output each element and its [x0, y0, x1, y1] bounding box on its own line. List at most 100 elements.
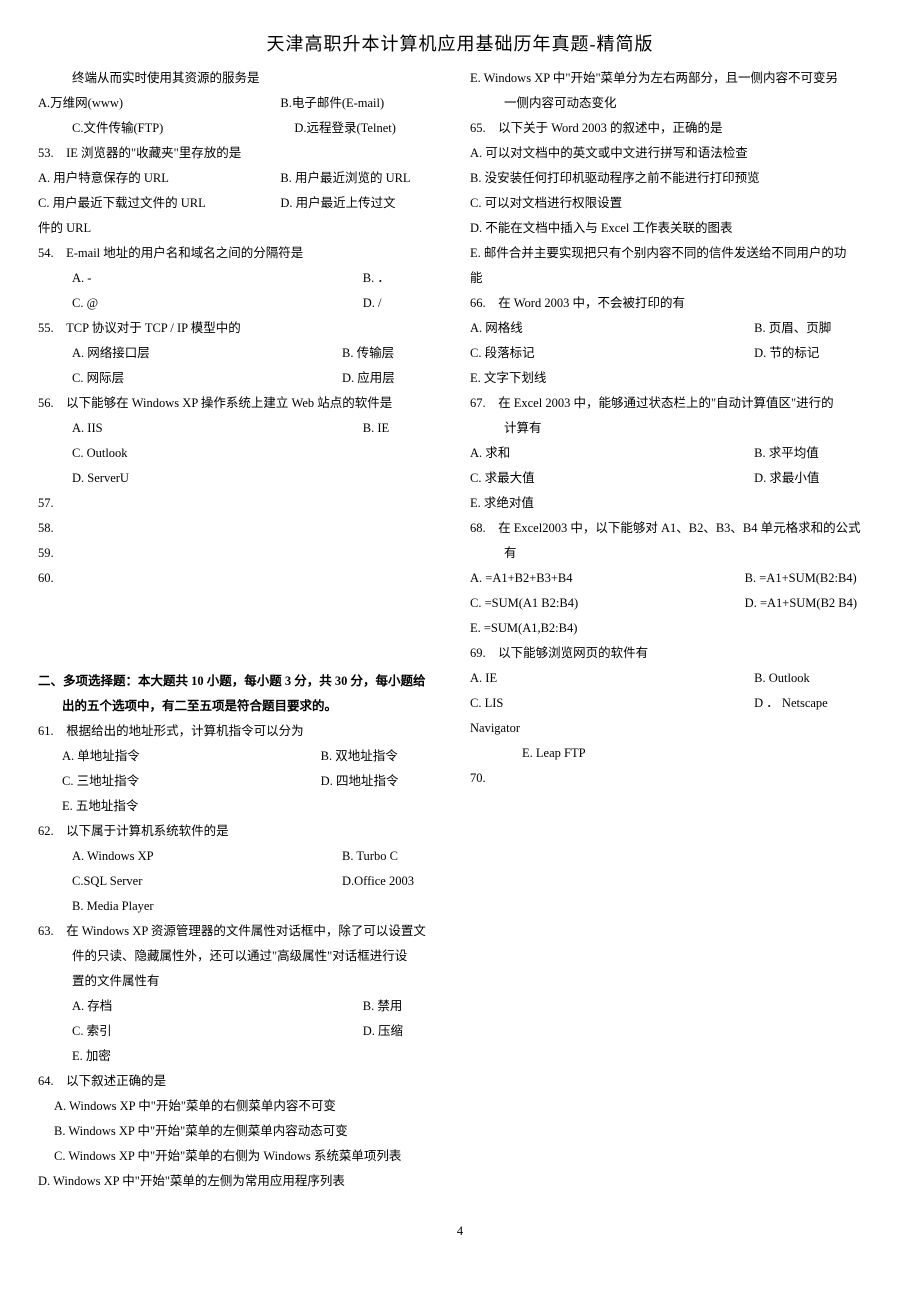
q64-opt-e-l1: E. Windows XP 中"开始"菜单分为左右两部分，且一侧内容不可变另	[470, 66, 882, 91]
q65-opt-e-l1: E. 邮件合并主要实现把只有个别内容不同的信件发送给不同用户的功	[470, 241, 882, 266]
content-columns: 终端从而实时使用其资源的服务是 A.万维网(www) B.电子邮件(E-mail…	[38, 66, 882, 1216]
q53-opt-c: C. 用户最近下载过文件的 URL	[38, 191, 280, 216]
q66-row2: C. 段落标记 D. 节的标记	[470, 341, 882, 366]
q62-opt-a: A. Windows XP	[38, 844, 342, 869]
q68-opt-d: D. =A1+SUM(B2 B4)	[745, 591, 882, 616]
section2-heading-l2: 出的五个选项中，有二至五项是符合题目要求的。	[38, 694, 450, 719]
q53-opt-d: D. 用户最近上传过文	[280, 191, 450, 216]
q56-stem: 56. 以下能够在 Windows XP 操作系统上建立 Web 站点的软件是	[38, 391, 450, 416]
q64-opt-a: A. Windows XP 中"开始"菜单的右侧菜单内容不可变	[38, 1094, 450, 1119]
q69-row2: C. LIS D ． Netscape	[470, 691, 882, 716]
q63-opt-d: D. 压缩	[363, 1019, 450, 1044]
q62-opt-d: D.Office 2003	[342, 869, 450, 894]
q55-opt-a: A. 网络接口层	[38, 341, 342, 366]
q61-opt-e: E. 五地址指令	[38, 794, 450, 819]
q70: 70.	[470, 766, 882, 791]
q62-opt-b: B. Turbo C	[342, 844, 450, 869]
q69-stem: 69. 以下能够浏览网页的软件有	[470, 641, 882, 666]
q68-opt-e: E. =SUM(A1,B2:B4)	[470, 616, 882, 641]
q65-opt-e-l2: 能	[470, 266, 882, 291]
q55-opt-c: C. 网际层	[38, 366, 342, 391]
q65-opt-a: A. 可以对文档中的英文或中文进行拼写和语法检查	[470, 141, 882, 166]
q63-opt-a: A. 存档	[38, 994, 363, 1019]
q66-opt-c: C. 段落标记	[470, 341, 754, 366]
q56-opt-a: A. IIS	[38, 416, 363, 441]
q64-opt-c: C. Windows XP 中"开始"菜单的右侧为 Windows 系统菜单项列…	[38, 1144, 450, 1169]
q69-row1: A. IE B. Outlook	[470, 666, 882, 691]
page: 天津高职升本计算机应用基础历年真题-精简版 终端从而实时使用其资源的服务是 A.…	[0, 0, 920, 1259]
page-number: 4	[38, 1224, 882, 1239]
q67-opt-a: A. 求和	[470, 441, 754, 466]
q53-opt-a: A. 用户特意保存的 URL	[38, 166, 280, 191]
q69-opt-a: A. IE	[470, 666, 754, 691]
q54-opt-b: B. ．	[363, 266, 450, 291]
q61-opt-a: A. 单地址指令	[38, 744, 321, 769]
q61-row1: A. 单地址指令 B. 双地址指令	[38, 744, 450, 769]
q63-opt-b: B. 禁用	[363, 994, 450, 1019]
q66-opt-e: E. 文字下划线	[470, 366, 882, 391]
q66-opt-a: A. 网格线	[470, 316, 754, 341]
q52-opt-b: B.电子邮件(E-mail)	[280, 91, 450, 116]
q68-opt-b: B. =A1+SUM(B2:B4)	[745, 566, 882, 591]
q67-opt-e: E. 求绝对值	[470, 491, 882, 516]
q65-opt-b: B. 没安装任何打印机驱动程序之前不能进行打印预览	[470, 166, 882, 191]
q69-opt-c: C. LIS	[470, 691, 754, 716]
q68-opt-a: A. =A1+B2+B3+B4	[470, 566, 745, 591]
q63-stem3: 置的文件属性有	[38, 969, 450, 994]
q63-row2: C. 索引 D. 压缩	[38, 1019, 450, 1044]
q65-stem: 65. 以下关于 Word 2003 的叙述中，正确的是	[470, 116, 882, 141]
q63-stem1: 63. 在 Windows XP 资源管理器的文件属性对话框中，除了可以设置文	[38, 919, 450, 944]
q56-opt-b: B. IE	[363, 416, 450, 441]
q64-opt-e-l2: 一侧内容可动态变化	[470, 91, 882, 116]
q69-opt-e: E. Leap FTP	[470, 741, 882, 766]
q68-stem1: 68. 在 Excel2003 中，以下能够对 A1、B2、B3、B4 单元格求…	[470, 516, 882, 541]
q61-opt-d: D. 四地址指令	[321, 769, 450, 794]
q55-row2: C. 网际层 D. 应用层	[38, 366, 450, 391]
q53-opt-b: B. 用户最近浏览的 URL	[280, 166, 450, 191]
q53-row1: A. 用户特意保存的 URL B. 用户最近浏览的 URL	[38, 166, 450, 191]
q66-stem: 66. 在 Word 2003 中，不会被打印的有	[470, 291, 882, 316]
q54-row2: C. @ D. /	[38, 291, 450, 316]
q64-opt-b: B. Windows XP 中"开始"菜单的左侧菜单内容动态可变	[38, 1119, 450, 1144]
q69-opt-b: B. Outlook	[754, 666, 882, 691]
q66-opt-b: B. 页眉、页脚	[754, 316, 882, 341]
q54-row1: A. - B. ．	[38, 266, 450, 291]
q56-opt-d: D. ServerU	[38, 466, 450, 491]
q55-opt-d: D. 应用层	[342, 366, 450, 391]
q64-opt-d: D. Windows XP 中"开始"菜单的左侧为常用应用程序列表	[38, 1169, 450, 1194]
q67-stem1: 67. 在 Excel 2003 中，能够通过状态栏上的"自动计算值区"进行的	[470, 391, 882, 416]
q66-opt-d: D. 节的标记	[754, 341, 882, 366]
q61-row2: C. 三地址指令 D. 四地址指令	[38, 769, 450, 794]
spacer	[38, 591, 450, 651]
q60: 60.	[38, 566, 450, 591]
q52-opt-c: C.文件传输(FTP)	[38, 116, 294, 141]
q68-stem2: 有	[470, 541, 882, 566]
document-title: 天津高职升本计算机应用基础历年真题-精简版	[38, 30, 882, 56]
q54-opt-a: A. -	[38, 266, 363, 291]
q62-stem: 62. 以下属于计算机系统软件的是	[38, 819, 450, 844]
q68-row1: A. =A1+B2+B3+B4 B. =A1+SUM(B2:B4)	[470, 566, 882, 591]
q67-opt-b: B. 求平均值	[754, 441, 882, 466]
q54-opt-c: C. @	[38, 291, 363, 316]
q63-row1: A. 存档 B. 禁用	[38, 994, 450, 1019]
q61-opt-b: B. 双地址指令	[321, 744, 450, 769]
q62-opt-c: C.SQL Server	[38, 869, 342, 894]
q64-stem: 64. 以下叙述正确的是	[38, 1069, 450, 1094]
q55-stem: 55. TCP 协议对于 TCP / IP 模型中的	[38, 316, 450, 341]
q67-opt-c: C. 求最大值	[470, 466, 754, 491]
q65-opt-c: C. 可以对文档进行权限设置	[470, 191, 882, 216]
q63-opt-e: E. 加密	[38, 1044, 450, 1069]
q52-row1: A.万维网(www) B.电子邮件(E-mail)	[38, 91, 450, 116]
q62-opt-e: B. Media Player	[38, 894, 450, 919]
q58: 58.	[38, 516, 450, 541]
q52-stem-cont: 终端从而实时使用其资源的服务是	[38, 66, 450, 91]
q66-row1: A. 网格线 B. 页眉、页脚	[470, 316, 882, 341]
q67-opt-d: D. 求最小值	[754, 466, 882, 491]
q53-tail: 件的 URL	[38, 216, 450, 241]
q69-nav: Navigator	[470, 716, 882, 741]
q67-row2: C. 求最大值 D. 求最小值	[470, 466, 882, 491]
q68-row2: C. =SUM(A1 B2:B4) D. =A1+SUM(B2 B4)	[470, 591, 882, 616]
q69-opt-d: D ． Netscape	[754, 691, 882, 716]
q54-opt-d: D. /	[363, 291, 450, 316]
q59: 59.	[38, 541, 450, 566]
